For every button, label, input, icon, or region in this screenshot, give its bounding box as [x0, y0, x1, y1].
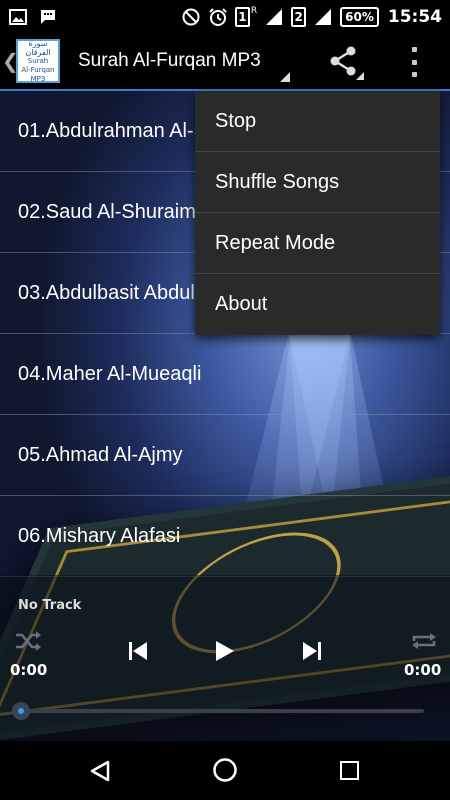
- menu-item-shuffle-songs[interactable]: Shuffle Songs: [195, 152, 440, 213]
- share-icon[interactable]: [326, 44, 360, 78]
- repeat-icon[interactable]: [410, 630, 438, 652]
- duration-time: 0:00: [404, 661, 442, 679]
- shuffle-icon[interactable]: [14, 630, 42, 652]
- clock: 15:54: [387, 6, 442, 27]
- alarm-icon: [208, 7, 228, 26]
- app-icon[interactable]: سورة الفرقان Surah Al-Furqan MP3: [16, 39, 60, 83]
- elapsed-time: 0:00: [10, 661, 48, 679]
- message-icon: [38, 8, 58, 26]
- song-item[interactable]: 06.Mishary Alafasi: [0, 496, 450, 577]
- system-nav-bar: [0, 741, 450, 800]
- title-spinner-indicator: [280, 72, 290, 82]
- back-chevron-icon[interactable]: ❮: [2, 49, 19, 73]
- sim1-badge: 1: [234, 6, 250, 27]
- menu-item-about[interactable]: About: [195, 274, 440, 335]
- signal-icon: [264, 8, 284, 26]
- status-bar: 1 R 2 60% 15:54: [0, 0, 450, 33]
- app-icon-line-2: Al-Furqan MP3: [21, 65, 55, 83]
- previous-icon[interactable]: [124, 637, 152, 665]
- song-item[interactable]: 05.Ahmad Al-Ajmy: [0, 415, 450, 496]
- track-title: No Track: [18, 598, 82, 613]
- share-dropdown-indicator: [356, 72, 364, 80]
- seek-thumb[interactable]: [12, 702, 30, 720]
- roaming-flag: R: [250, 5, 258, 16]
- nav-home-icon[interactable]: [212, 757, 238, 783]
- song-item[interactable]: 04.Maher Al-Mueaqli: [0, 334, 450, 415]
- app-icon-arabic-text: سورة الفرقان: [25, 38, 51, 57]
- menu-item-stop[interactable]: Stop: [195, 91, 440, 152]
- play-icon[interactable]: [210, 637, 238, 665]
- media-player: No Track 0:00 0:00: [0, 575, 450, 741]
- next-icon[interactable]: [298, 637, 326, 665]
- app-toolbar: ❮ سورة الفرقان Surah Al-Furqan MP3 Surah…: [0, 33, 450, 91]
- nav-back-icon[interactable]: [88, 759, 112, 783]
- battery-indicator: 60%: [340, 6, 379, 27]
- do-not-disturb-icon: [181, 8, 201, 26]
- app-title[interactable]: Surah Al-Furqan MP3: [78, 50, 261, 72]
- sim2-badge: 2: [291, 6, 307, 27]
- image-icon: [8, 8, 28, 26]
- overflow-popup-menu: Stop Shuffle Songs Repeat Mode About: [195, 91, 440, 335]
- app-icon-line-1: Surah: [27, 56, 49, 65]
- wifi-icon: [313, 8, 333, 26]
- menu-item-repeat-mode[interactable]: Repeat Mode: [195, 213, 440, 274]
- overflow-menu-icon[interactable]: [404, 47, 424, 77]
- nav-recents-icon[interactable]: [340, 761, 359, 780]
- seek-bar[interactable]: [14, 709, 424, 713]
